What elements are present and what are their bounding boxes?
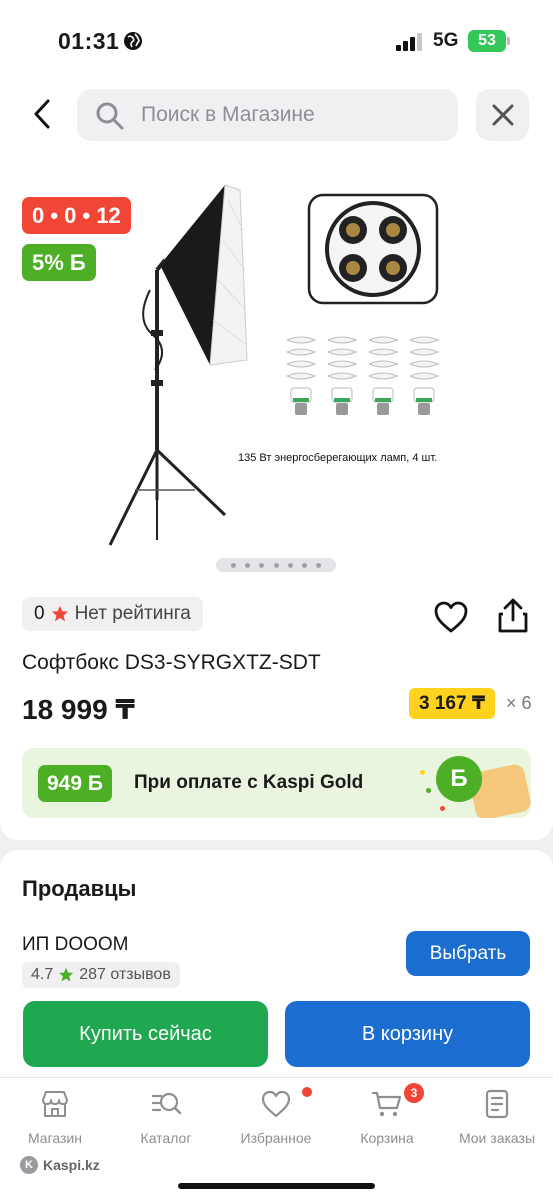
share-icon[interactable] <box>496 598 530 634</box>
installment-badge[interactable]: 3 167 ₸ <box>409 688 496 719</box>
close-icon <box>492 104 513 126</box>
product-price: 18 999 ₸ <box>22 694 135 725</box>
bonus-badge: 5% Б <box>22 244 96 281</box>
heart-icon <box>261 1090 291 1118</box>
product-image[interactable] <box>95 170 465 555</box>
nav-item-store[interactable]: Магазин <box>5 1088 105 1150</box>
search-icon <box>96 102 124 130</box>
seller-rating[interactable]: 4.7 287 отзывов <box>22 962 180 988</box>
nav-label: Мои заказы <box>458 1130 536 1146</box>
product-title: Софтбокс DS3-SYRGXTZ-SDT <box>22 651 321 674</box>
star-icon <box>59 967 74 982</box>
seller-rating-value: 4.7 <box>31 966 54 983</box>
search-header: Поиск в Магазине <box>0 80 553 160</box>
select-seller-button[interactable]: Выбрать <box>406 931 530 976</box>
favorite-heart-icon[interactable] <box>433 600 469 634</box>
installment-multiplier: × 6 <box>506 693 532 713</box>
kaspi-brand: Kaspi.kz <box>43 1157 100 1173</box>
sellers-title: Продавцы <box>22 876 137 901</box>
notification-dot <box>302 1087 312 1097</box>
add-to-cart-button[interactable]: В корзину <box>285 1001 530 1067</box>
close-button[interactable] <box>476 89 529 141</box>
nav-label: Корзина <box>360 1130 414 1146</box>
nav-label: Каталог <box>140 1130 192 1146</box>
network-label: 5G <box>433 30 459 51</box>
nav-item-catalog[interactable]: Каталог <box>116 1088 216 1150</box>
nav-label: Избранное <box>240 1130 312 1146</box>
rating-text: Нет рейтинга <box>74 603 191 624</box>
home-indicator[interactable] <box>178 1183 375 1189</box>
carousel-dot <box>231 562 237 568</box>
carousel-dot <box>273 562 279 568</box>
star-icon <box>51 605 68 622</box>
status-bar: 01:31 5G 53 <box>0 0 553 80</box>
image-caption: 135 Вт энергосберегающих ламп, 4 шт. <box>238 452 438 464</box>
carousel-dot <box>287 562 293 568</box>
gold-banner-text: При оплате с Kaspi Gold <box>134 772 364 793</box>
confetti-decoration <box>426 788 431 793</box>
seller-name[interactable]: ИП DOOOM <box>22 934 128 956</box>
signal-icon <box>396 33 422 51</box>
cart-count-badge: 3 <box>404 1083 424 1103</box>
carousel-dots[interactable] <box>216 558 336 572</box>
gold-bonus-badge: 949 Б <box>38 765 112 802</box>
nav-item-favorites[interactable]: Избранное <box>226 1087 326 1150</box>
battery-tip <box>507 37 510 45</box>
kaspi-gold-banner[interactable]: 949 Б При оплате с Kaspi Gold Б <box>22 748 531 818</box>
nav-item-orders[interactable]: Мои заказы <box>447 1088 547 1150</box>
carousel-dot <box>259 562 265 568</box>
nav-item-cart[interactable]: 3 Корзина <box>337 1083 437 1150</box>
product-card: 0 • 0 • 12 5% Б 135 Вт энергосберегающих… <box>0 160 553 840</box>
confetti-decoration <box>440 806 445 811</box>
store-icon <box>42 1091 68 1117</box>
back-button[interactable] <box>22 92 62 136</box>
bonus-coin-icon: Б <box>436 756 482 802</box>
orders-icon <box>485 1089 509 1119</box>
carousel-dot <box>315 562 321 568</box>
nav-label: Магазин <box>27 1130 82 1146</box>
seller-reviews: 287 отзывов <box>79 966 171 983</box>
rating-count: 0 <box>34 603 45 624</box>
bottom-nav: Магазин Каталог Избранное 3 Корзина Мои … <box>0 1077 553 1200</box>
kaspi-logo-icon: K <box>20 1156 38 1174</box>
chevron-left-icon <box>34 99 50 129</box>
battery-icon: 53 <box>468 30 506 52</box>
carousel-dot <box>245 562 251 568</box>
rating-chip[interactable]: 0 Нет рейтинга <box>22 597 203 631</box>
buy-now-button[interactable]: Купить сейчас <box>23 1001 268 1067</box>
confetti-decoration <box>420 770 425 775</box>
status-time: 01:31 <box>58 28 120 54</box>
product-page: 01:31 5G 53 Поиск в Магазине 0 • 0 • 12 … <box>0 0 553 1200</box>
carousel-dot <box>301 562 307 568</box>
search-input[interactable]: Поиск в Магазине <box>77 89 458 141</box>
globe-icon <box>124 32 142 50</box>
catalog-search-icon <box>151 1092 182 1115</box>
cart-icon <box>371 1091 402 1117</box>
kaspi-logo: K Kaspi.kz <box>20 1156 100 1174</box>
search-placeholder: Поиск в Магазине <box>141 103 315 126</box>
timer-badge: 0 • 0 • 12 <box>22 197 131 234</box>
